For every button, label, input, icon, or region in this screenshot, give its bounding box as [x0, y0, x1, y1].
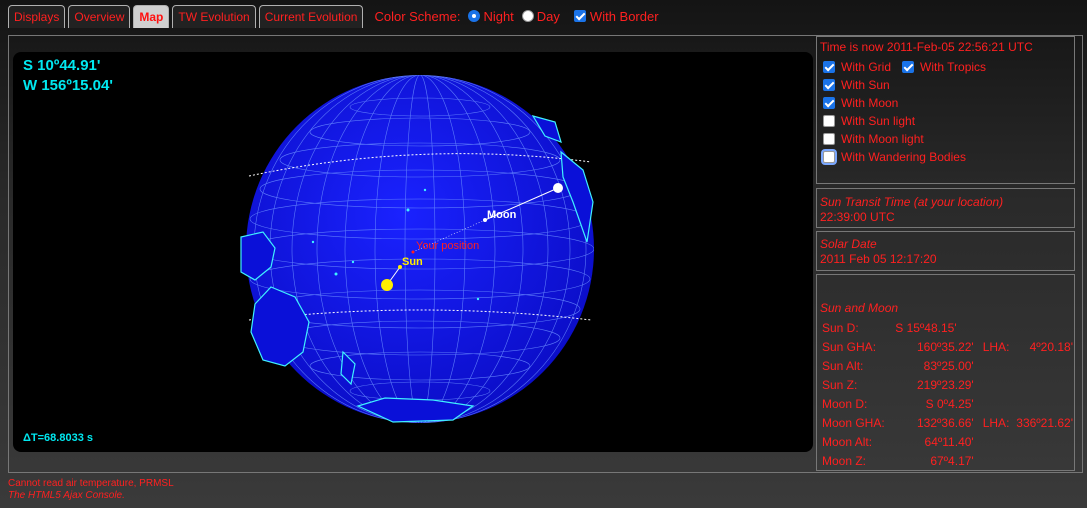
globe-svg: Moon Sun Your position — [240, 75, 594, 423]
table-row: Moon GHA: 132º36.66' LHA: 336º21.62' — [821, 413, 1074, 432]
tab-current-evolution[interactable]: Current Evolution — [258, 4, 364, 28]
table-row: Moon Z: 67º4.17' — [821, 451, 1074, 470]
moon-alt-value: 64º11.40' — [924, 434, 974, 449]
error-message: Cannot read air temperature, PRMSL — [8, 478, 174, 489]
sun-z-value: 219º23.29' — [916, 377, 974, 392]
table-row: Moon Alt: 64º11.40' — [821, 432, 1074, 451]
moon-gha-label: Moon GHA: — [822, 415, 885, 430]
day-option[interactable]: Day — [521, 8, 560, 24]
sun-moon-panel: Sun and Moon Sun D: S 15º48.15' Sun GHA:… — [816, 274, 1075, 471]
tab-overview[interactable]: Overview — [68, 4, 131, 28]
globe-canvas[interactable]: Moon Sun Your position S 10º44.91' W 156… — [13, 52, 813, 452]
longitude-readout: W 156º15.04' — [23, 77, 113, 94]
with-border-label: With Border — [589, 8, 659, 24]
with-border-checkbox[interactable] — [573, 10, 586, 22]
solar-date-panel: Solar Date 2011 Feb 05 12:17:20 — [816, 231, 1075, 271]
moon-lha-label: LHA: — [982, 415, 1010, 430]
sun-moon-table: Sun D: S 15º48.15' Sun GHA: 160º35.22' L… — [821, 318, 1074, 470]
sun-alt-value: 83º25.00' — [923, 358, 974, 373]
with-sun-light-checkbox[interactable] — [823, 115, 835, 127]
moon-gha-value: 132º36.66' — [916, 415, 974, 430]
with-moon-light-row: With Moon light — [817, 130, 1074, 148]
night-label: Night — [483, 8, 514, 24]
tab-displays[interactable]: Displays — [8, 4, 66, 28]
with-sun-label: With Sun — [841, 78, 890, 92]
with-sun-row: With Sun — [817, 76, 1074, 94]
table-row: Moon D: S 0º4.25' — [821, 394, 1074, 413]
moon-d-value: S 0º4.25' — [925, 396, 974, 411]
with-tropics-checkbox[interactable] — [902, 61, 915, 73]
sun-d-value: S 15º48.15' — [895, 320, 957, 335]
moon-z-value: 67º4.17' — [930, 453, 974, 468]
transit-title: Sun Transit Time (at your location) — [820, 195, 1004, 209]
moon-alt-label: Moon Alt: — [822, 434, 873, 449]
transit-panel: Sun Transit Time (at your location) 22:3… — [816, 188, 1075, 228]
with-moon-light-label: With Moon light — [841, 132, 924, 146]
position-marker — [411, 250, 415, 254]
transit-value: 22:39:00 UTC — [820, 210, 895, 224]
moon-marker[interactable] — [553, 183, 563, 193]
sun-z-label: Sun Z: — [822, 377, 858, 392]
tab-map[interactable]: Map — [133, 4, 170, 28]
console-title: The HTML5 Ajax Console. — [8, 490, 125, 501]
solar-date-title: Solar Date — [820, 237, 877, 251]
table-row: Sun D: S 15º48.15' — [821, 318, 1074, 337]
with-tropics-label: With Tropics — [920, 60, 987, 74]
with-wandering-label: With Wandering Bodies — [841, 150, 966, 164]
with-grid-checkbox[interactable] — [823, 61, 835, 73]
sun-lha-value: 4º20.18' — [1029, 339, 1073, 354]
moon-lha-value: 336º21.62' — [1016, 415, 1073, 430]
sun-alt-label: Sun Alt: — [822, 358, 864, 373]
grid-tropics-row: With Grid With Tropics — [817, 58, 1074, 76]
moon-label: Moon — [487, 209, 517, 221]
with-wandering-checkbox[interactable] — [823, 151, 835, 163]
latitude-readout: S 10º44.91' — [23, 57, 101, 74]
table-row: Sun GHA: 160º35.22' LHA: 4º20.18' — [821, 337, 1074, 356]
moon-z-label: Moon Z: — [822, 453, 867, 468]
with-grid-label: With Grid — [841, 60, 892, 74]
with-moon-label: With Moon — [841, 96, 899, 110]
time-now: Time is now 2011-Feb-05 22:56:21 UTC — [820, 40, 1033, 54]
solar-date-value: 2011 Feb 05 12:17:20 — [820, 252, 937, 266]
table-row: Sun Alt: 83º25.00' — [821, 356, 1074, 375]
with-wandering-row: With Wandering Bodies — [817, 148, 1074, 166]
with-sun-checkbox[interactable] — [823, 79, 835, 91]
sun-d-label: Sun D: — [822, 320, 859, 335]
day-label: Day — [536, 8, 560, 24]
tab-tw-evolution[interactable]: TW Evolution — [172, 4, 256, 28]
with-sun-light-label: With Sun light — [841, 114, 916, 128]
sun-gha-value: 160º35.22' — [916, 339, 974, 354]
night-option[interactable]: Night — [468, 8, 514, 24]
sun-label: Sun — [402, 256, 423, 268]
color-scheme-label: Color Scheme: — [374, 8, 461, 24]
options-panel: Time is now 2011-Feb-05 22:56:21 UTC Wit… — [816, 36, 1075, 184]
sun-gha-label: Sun GHA: — [822, 339, 877, 354]
sun-moon-title: Sun and Moon — [820, 301, 899, 315]
position-label: Your position — [416, 240, 479, 252]
delta-t-readout: ΔT=68.8033 s — [23, 432, 93, 444]
sun-marker[interactable] — [381, 279, 393, 291]
sun-lha-label: LHA: — [982, 339, 1010, 354]
table-row: Sun Z: 219º23.29' — [821, 375, 1074, 394]
with-moon-light-checkbox[interactable] — [823, 133, 835, 145]
moon-d-label: Moon D: — [822, 396, 868, 411]
day-radio[interactable] — [521, 10, 534, 22]
with-border-option[interactable]: With Border — [573, 8, 659, 24]
with-moon-row: With Moon — [817, 94, 1074, 112]
tab-bar: Displays Overview Map TW Evolution Curre… — [8, 4, 659, 28]
with-moon-checkbox[interactable] — [823, 97, 835, 109]
with-sun-light-row: With Sun light — [817, 112, 1074, 130]
night-radio[interactable] — [468, 10, 481, 22]
